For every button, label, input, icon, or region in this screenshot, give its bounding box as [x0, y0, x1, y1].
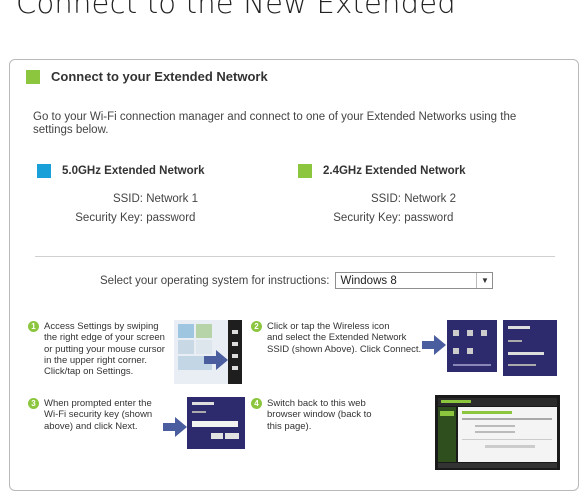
step-line: the right edge of your screen [44, 332, 165, 344]
security-key-dialog-thumbnail [187, 397, 245, 449]
step-2: 2 Click or tap the Wireless icon and sel… [251, 321, 421, 355]
ssid-label: SSID: [112, 193, 143, 205]
step-line: or putting your mouse cursor [44, 343, 165, 355]
step-number-badge: 2 [251, 321, 262, 332]
step-line: this page). [267, 420, 312, 432]
ssid-label: SSID: [370, 193, 401, 205]
intro-text: Go to your Wi-Fi connection manager and … [33, 111, 517, 136]
windows-start-tiles-thumbnail [174, 320, 242, 384]
step-line: Click/tap on Settings. [44, 366, 134, 378]
step-line: and select the Extended Network [267, 332, 407, 344]
step-line: Click or tap the Wireless icon [267, 321, 390, 332]
network-5ghz-ssid-row: SSID: Network 1 [60, 193, 198, 205]
step-4: 4 Switch back to this web browser window… [251, 398, 372, 432]
panel-title: Connect to your Extended Network [26, 69, 268, 84]
arrow-right-icon [163, 417, 187, 437]
step-3: 3 When prompted enter the Wi-Fi security… [28, 398, 152, 432]
step-1: 1 Access Settings by swiping the right e… [28, 321, 165, 377]
network-5ghz-title-text: 5.0GHz Extended Network [62, 165, 205, 177]
os-select-row: Select your operating system for instruc… [100, 272, 494, 289]
page-heading: Connect to the New Extended [16, 0, 456, 20]
step-number-badge: 3 [28, 398, 39, 409]
step-line: above) and click Next. [44, 420, 138, 432]
network-24ghz-key-row: Security Key: password [318, 212, 453, 224]
wireless-networks-thumbnail [503, 320, 557, 376]
security-key-label: Security Key: [333, 212, 401, 224]
green-square-icon [298, 164, 312, 178]
settings-charm-thumbnail [447, 320, 497, 372]
network-24ghz-key: password [404, 212, 454, 224]
step-line: When prompted enter the [44, 398, 152, 409]
step-line: Access Settings by swiping [44, 321, 159, 332]
step-line: SSID (shown Above). Click Connect. [267, 343, 422, 355]
os-select-label: Select your operating system for instruc… [100, 274, 330, 287]
browser-window-thumbnail [435, 395, 560, 470]
network-5ghz-key: password [146, 212, 196, 224]
network-24ghz-ssid-row: SSID: Network 2 [318, 193, 456, 205]
step-line: Wi-Fi security key (shown [44, 409, 153, 421]
network-5ghz-title: 5.0GHz Extended Network [37, 164, 205, 178]
divider [35, 256, 555, 257]
network-24ghz-title-text: 2.4GHz Extended Network [323, 165, 466, 177]
network-5ghz-key-row: Security Key: password [60, 212, 195, 224]
blue-square-icon [37, 164, 51, 178]
green-square-icon [26, 69, 40, 84]
step-number-badge: 1 [28, 321, 39, 332]
step-number-badge: 4 [251, 398, 262, 409]
step-line: in the upper right corner. [44, 354, 147, 366]
chevron-down-icon: ▼ [476, 273, 492, 288]
arrow-right-icon [204, 350, 228, 370]
step-line: Switch back to this web [267, 398, 366, 409]
panel-title-text: Connect to your Extended Network [51, 69, 268, 84]
network-5ghz-ssid: Network 1 [146, 193, 198, 205]
arrow-right-icon [422, 335, 446, 355]
network-24ghz-ssid: Network 2 [404, 193, 456, 205]
step-line: browser window (back to [267, 409, 372, 421]
network-24ghz-title: 2.4GHz Extended Network [298, 164, 466, 178]
security-key-label: Security Key: [75, 212, 143, 224]
os-select-value: Windows 8 [340, 274, 397, 287]
os-select-dropdown[interactable]: Windows 8 ▼ [335, 272, 494, 289]
